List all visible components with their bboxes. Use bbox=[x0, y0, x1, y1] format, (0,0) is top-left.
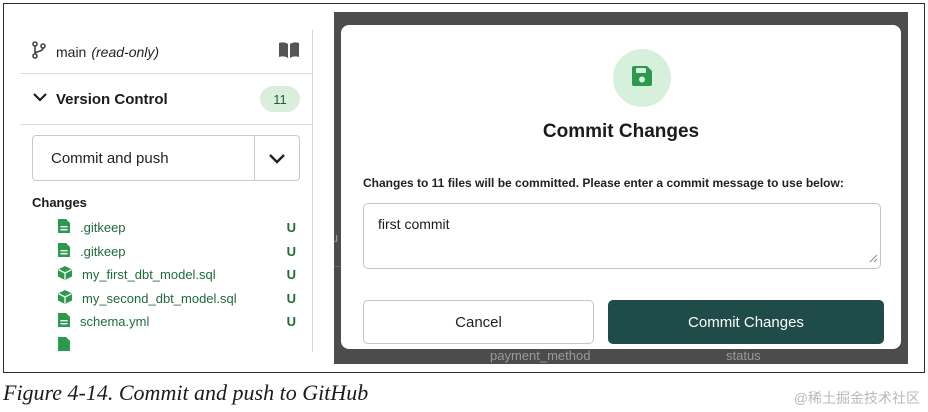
dialog-title: Commit Changes bbox=[542, 121, 700, 142]
file-icon bbox=[58, 219, 70, 236]
file-status: U bbox=[286, 290, 296, 306]
branch-row: main (read-only) bbox=[20, 30, 312, 74]
list-item[interactable]: .gitkeep U bbox=[20, 216, 312, 240]
changed-files-list: .gitkeep U .gitkeep U my_first_dbt_model… bbox=[20, 216, 312, 352]
file-status: U bbox=[286, 314, 296, 330]
list-item[interactable]: schema.yml U bbox=[20, 310, 312, 334]
watermark: @稀土掘金技术社区 bbox=[793, 390, 920, 406]
save-icon-badge bbox=[613, 49, 671, 107]
commit-message-input[interactable]: first commit bbox=[363, 203, 881, 269]
branch-name: main bbox=[56, 43, 87, 60]
branch-mode: (read-only) bbox=[91, 43, 160, 60]
list-item bbox=[20, 334, 312, 353]
figure-caption: Figure 4-14. Commit and push to GitHub bbox=[3, 380, 369, 405]
file-name: .gitkeep bbox=[80, 243, 126, 259]
changes-heading: Changes bbox=[32, 195, 87, 210]
commit-message-text: first commit bbox=[378, 216, 450, 232]
chevron-down-icon[interactable] bbox=[254, 136, 299, 180]
list-item[interactable]: .gitkeep U bbox=[20, 240, 312, 264]
version-control-header[interactable]: Version Control 11 bbox=[20, 74, 312, 125]
file-name: .gitkeep bbox=[80, 220, 126, 236]
commit-action-select[interactable]: Commit and push bbox=[32, 135, 300, 181]
chevron-down-icon[interactable] bbox=[32, 90, 48, 108]
save-icon bbox=[631, 65, 653, 92]
cube-icon bbox=[58, 289, 72, 307]
file-status: U bbox=[286, 243, 296, 259]
book-icon[interactable] bbox=[278, 41, 300, 62]
commit-action-value[interactable]: Commit and push bbox=[33, 136, 254, 180]
cube-icon bbox=[58, 266, 72, 283]
git-branch-icon bbox=[32, 41, 46, 62]
changes-count-badge: 11 bbox=[260, 86, 300, 112]
file-name: schema.yml bbox=[80, 314, 150, 330]
file-icon bbox=[58, 313, 70, 330]
resize-handle-icon[interactable] bbox=[869, 250, 878, 266]
modal-backdrop[interactable]: lu payment_method status Commit Changes … bbox=[334, 12, 908, 364]
commit-changes-dialog: Commit Changes Changes to 11 files will … bbox=[341, 25, 901, 349]
file-name: my_second_dbt_model.sql bbox=[82, 290, 237, 306]
file-status: U bbox=[286, 267, 296, 283]
version-control-title: Version Control bbox=[56, 90, 168, 108]
figure-frame: main (read-only) Version Control 11 Comm… bbox=[3, 3, 925, 373]
cancel-button[interactable]: Cancel bbox=[363, 300, 594, 344]
background-fragment: payment_method bbox=[490, 348, 591, 363]
background-fragment: lu bbox=[334, 230, 338, 245]
background-fragment: status bbox=[726, 348, 761, 363]
commit-changes-button[interactable]: Commit Changes bbox=[608, 300, 884, 344]
file-status: U bbox=[286, 220, 296, 236]
file-icon bbox=[58, 242, 70, 260]
list-item[interactable]: my_second_dbt_model.sql U bbox=[20, 287, 312, 311]
list-item[interactable]: my_first_dbt_model.sql U bbox=[20, 263, 312, 287]
file-name: my_first_dbt_model.sql bbox=[82, 267, 216, 283]
dialog-description: Changes to 11 files will be committed. P… bbox=[363, 176, 844, 190]
version-control-sidebar: main (read-only) Version Control 11 Comm… bbox=[20, 30, 313, 352]
file-icon bbox=[58, 336, 70, 352]
